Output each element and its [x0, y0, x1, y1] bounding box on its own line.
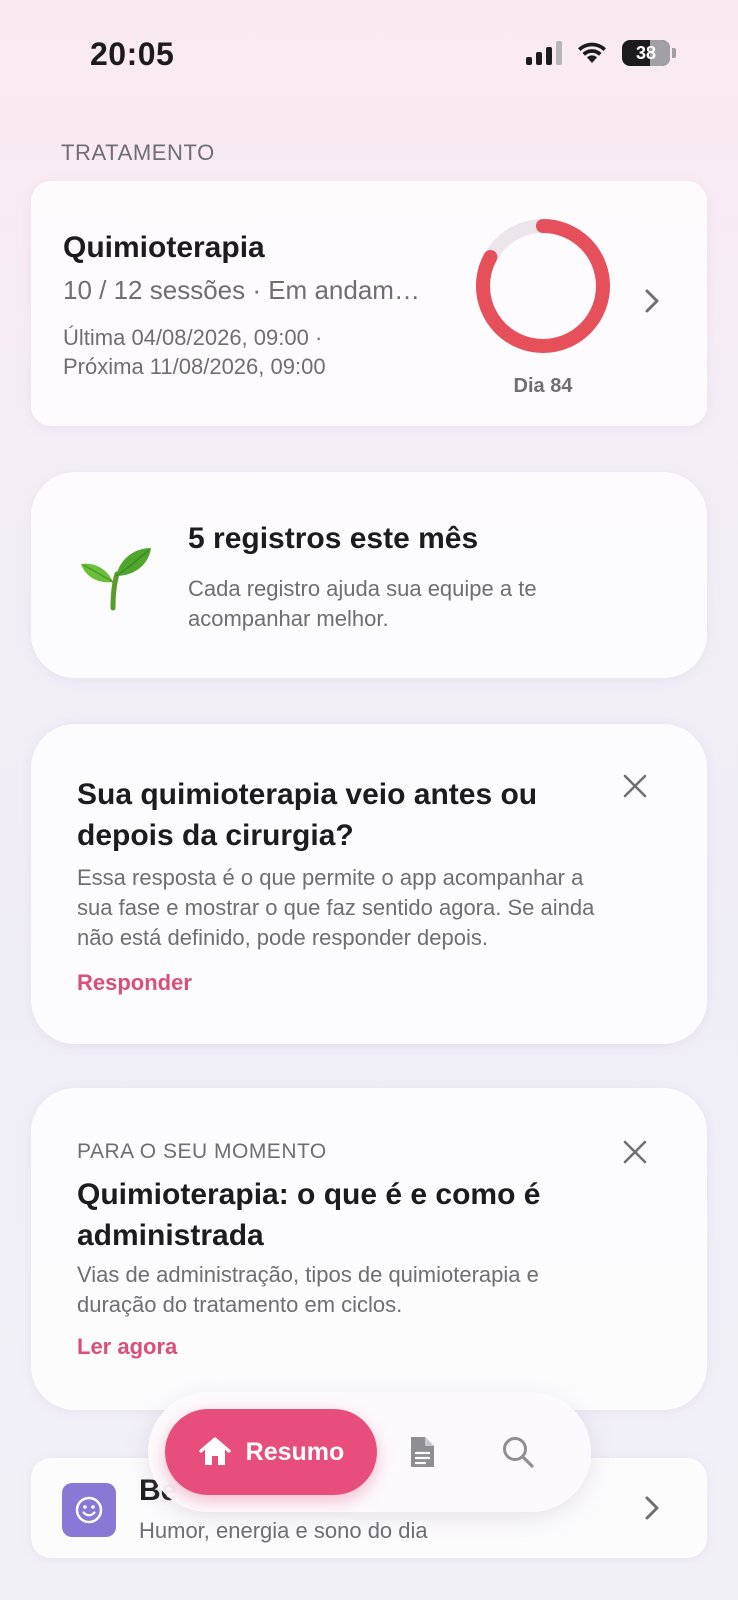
moment-text: Vias de administração, tipos de quimiote…	[77, 1262, 539, 1317]
question-title: Sua quimioterapia veio antes ou depois d…	[77, 778, 538, 852]
wellbeing-subtitle: Humor, energia e sono do dia	[139, 1518, 428, 1543]
sprout-icon	[81, 548, 151, 611]
smiley-icon	[62, 1483, 116, 1537]
chevron-right-icon[interactable]	[643, 1494, 661, 1522]
section-label-treatment: TRATAMENTO	[61, 140, 215, 165]
close-icon[interactable]	[621, 1138, 649, 1166]
wifi-icon	[578, 42, 606, 63]
question-card: Sua quimioterapia veio antes ou depois d…	[31, 724, 707, 1044]
read-now-link[interactable]: Ler agora	[77, 1334, 177, 1360]
treatment-day-label: Dia 84	[513, 375, 573, 397]
answer-link[interactable]: Responder	[77, 970, 192, 996]
status-bar: 20:05 38	[0, 0, 738, 110]
moment-card[interactable]: PARA O SEU MOMENTO Quimioterapia: o que …	[31, 1088, 707, 1410]
treatment-last-session: Última 04/08/2026, 09:00 ·	[63, 325, 323, 350]
document-icon[interactable]	[404, 1434, 440, 1470]
search-icon[interactable]	[500, 1434, 536, 1470]
records-card: 5 registros este mês Cada registro ajuda…	[31, 472, 707, 678]
tab-summary[interactable]: Resumo	[165, 1409, 377, 1495]
chevron-right-icon[interactable]	[643, 287, 661, 315]
home-icon	[199, 1437, 231, 1465]
treatment-card[interactable]: Quimioterapia 10 / 12 sessões · Em andam…	[31, 181, 707, 426]
treatment-title: Quimioterapia	[63, 231, 265, 264]
records-text: Cada registro ajuda sua equipe a te acom…	[188, 576, 537, 631]
tab-summary-label: Resumo	[245, 1437, 345, 1466]
cellular-signal-icon	[526, 41, 562, 65]
moment-title: Quimioterapia: o que é e como é administ…	[77, 1178, 541, 1252]
question-text: Essa resposta é o que permite o app acom…	[77, 865, 595, 950]
battery-tip	[672, 48, 676, 58]
close-icon[interactable]	[621, 772, 649, 800]
status-icons: 38	[526, 40, 676, 66]
treatment-next-session: Próxima 11/08/2026, 09:00	[63, 354, 326, 379]
tab-bar: Resumo	[148, 1392, 591, 1512]
records-title: 5 registros este mês	[188, 522, 479, 555]
battery-icon: 38	[622, 40, 670, 66]
treatment-progress-ring	[476, 219, 610, 353]
battery-percent: 38	[635, 42, 657, 63]
treatment-dates: Última 04/08/2026, 09:00 · Próxima 11/08…	[63, 323, 326, 381]
moment-eyebrow: PARA O SEU MOMENTO	[77, 1140, 327, 1163]
status-time: 20:05	[90, 36, 175, 72]
treatment-subtitle: 10 / 12 sessões · Em andamento	[63, 275, 423, 305]
